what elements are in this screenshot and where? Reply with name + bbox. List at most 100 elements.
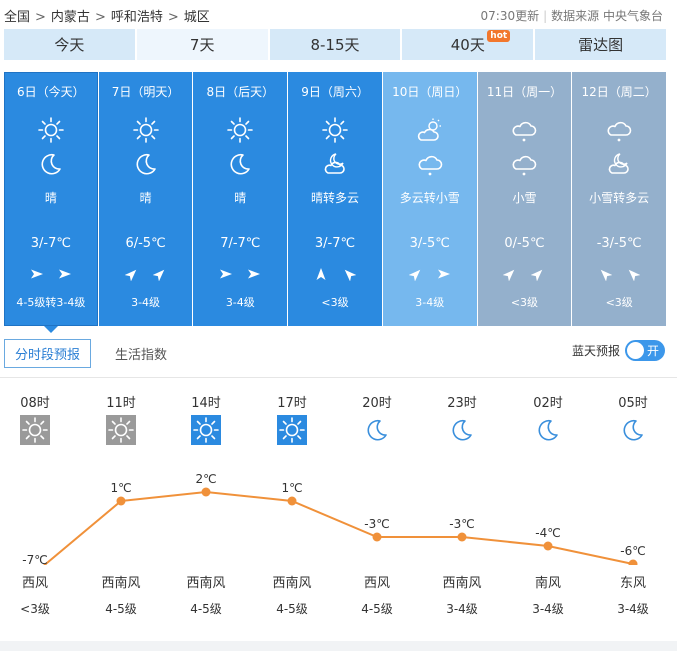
temperature-label: 2℃	[195, 472, 216, 486]
day-condition: 晴转多云	[311, 191, 360, 205]
day-card[interactable]: 12日（周二） 小雪转多云 -3/-5℃ <3级	[572, 72, 667, 326]
sun-icon	[191, 415, 221, 445]
wind-arrow-icon	[58, 266, 72, 285]
hour-wind-direction: 西南风	[442, 576, 482, 591]
breadcrumb-link[interactable]: 全国	[4, 10, 30, 25]
hour-wind-level: <3级	[20, 602, 50, 616]
temperature-label: -3℃	[364, 517, 389, 531]
temperature-line-chart: -7℃ 1℃ 2℃ 1℃ -3℃ -3℃ -4℃ -6℃	[22, 472, 646, 565]
hour-wind-level: 4-5级	[276, 602, 308, 616]
temperature-point	[628, 559, 638, 565]
breadcrumb-link[interactable]: 呼和浩特	[111, 10, 163, 25]
wind-arrow-icon	[531, 266, 545, 285]
wind-direction	[478, 266, 572, 285]
divider	[0, 377, 677, 378]
wind-direction	[193, 266, 287, 285]
tab-life-index[interactable]: 生活指数	[105, 340, 177, 367]
snow-cloud-icon	[510, 150, 538, 178]
wind-direction	[383, 266, 477, 285]
sun-icon	[226, 116, 254, 144]
snow-cloud-icon	[605, 116, 633, 144]
hour-time: 02时	[533, 396, 563, 411]
day-title: 12日（周二）	[581, 85, 657, 99]
day-card[interactable]: 6日（今天） 晴 3/-7℃ 4-5级转3-4级	[4, 72, 98, 333]
sun-icon	[132, 116, 160, 144]
moon-icon	[447, 415, 477, 445]
hour-time: 08时	[20, 396, 50, 411]
wind-arrow-icon	[503, 266, 517, 285]
separator: |	[543, 9, 548, 23]
breadcrumb-separator: >	[167, 10, 179, 25]
moon-icon	[618, 415, 648, 445]
update-info: 07:30更新 | 数据来源 中央气象台	[481, 7, 663, 24]
day-temperature: 7/-7℃	[220, 236, 261, 251]
hour-time: 05时	[618, 396, 648, 411]
day-condition: 晴	[139, 191, 152, 205]
day-temperature: -3/-5℃	[596, 236, 642, 251]
temperature-label: -6℃	[620, 544, 645, 558]
tab-7-days[interactable]: 7天	[136, 29, 268, 60]
wind-arrow-icon	[247, 266, 261, 285]
temperature-label: -4℃	[535, 526, 560, 540]
hour-wind-level: 4-5级	[105, 602, 137, 616]
cloud-moon-icon	[605, 150, 633, 178]
temperature-label: 1℃	[281, 481, 302, 495]
hot-badge: hot	[487, 30, 511, 42]
hour-wind-level: 3-4级	[617, 602, 649, 616]
wind-direction	[4, 266, 98, 285]
tab-hourly-forecast[interactable]: 分时段预报	[4, 339, 92, 368]
toggle-knob	[627, 342, 644, 359]
wind-direction	[288, 266, 382, 285]
wind-level: 4-5级转3-4级	[16, 296, 86, 309]
temperature-point	[201, 487, 211, 497]
moon-icon	[226, 150, 254, 178]
breadcrumb-separator: >	[94, 10, 106, 25]
blue-sky-label: 蓝天预报	[571, 344, 620, 358]
tab-radar[interactable]: 雷达图	[535, 29, 666, 60]
day-title: 8日（后天）	[206, 85, 275, 99]
day-condition: 晴	[234, 191, 247, 205]
hour-wind-level: 3-4级	[446, 602, 478, 616]
hour-time: 23时	[447, 396, 477, 411]
wind-arrow-icon	[30, 266, 44, 285]
breadcrumb-link[interactable]: 内蒙古	[51, 10, 90, 25]
toggle-label: 开	[646, 344, 659, 358]
tab-label: 8-15天	[310, 36, 360, 54]
wind-level: 3-4级	[131, 296, 161, 309]
tab-8-15-days[interactable]: 8-15天	[269, 29, 401, 60]
snow-cloud-icon	[416, 150, 444, 178]
cloud-moon-icon	[321, 150, 349, 178]
hour-wind-direction: 西南风	[272, 576, 312, 591]
tab-today[interactable]: 今天	[4, 29, 135, 60]
day-card[interactable]: 11日（周一） 小雪 0/-5℃ <3级	[477, 72, 572, 326]
tab-label: 今天	[54, 36, 85, 54]
wind-arrow-icon	[314, 266, 328, 285]
hour-wind-direction: 东风	[619, 576, 646, 591]
day-card[interactable]: 10日（周日） 多云转小雪 3/-5℃ 3-4级	[382, 72, 477, 326]
day-condition: 多云转小雪	[399, 191, 460, 205]
day-card[interactable]: 8日（后天） 晴 7/-7℃ 3-4级	[193, 72, 288, 326]
temperature-label: -7℃	[22, 553, 47, 565]
day-condition: 小雪	[512, 191, 537, 205]
moon-icon	[362, 415, 392, 445]
temperature-point	[543, 541, 553, 551]
wind-level: <3级	[321, 296, 349, 309]
hour-time: 20时	[362, 396, 392, 411]
day-temperature: 3/-7℃	[314, 236, 356, 251]
forecast-tabs: 今天 7天 8-15天 40天 hot 雷达图	[4, 29, 666, 60]
daily-forecast: 6日（今天）晴 3/-7℃ 4-5级转3-4级 7日（明天）晴 6/-5℃ 3-4级 8日（…	[4, 72, 667, 333]
day-title: 9日（周六）	[301, 85, 369, 99]
moon-icon	[533, 415, 563, 445]
wind-arrow-icon	[152, 266, 167, 285]
hour-wind-direction: 西风	[363, 576, 390, 591]
tab-40-days[interactable]: 40天 hot	[402, 29, 534, 60]
day-card[interactable]: 7日（明天） 晴 6/-5℃ 3-4级	[98, 72, 193, 326]
day-card[interactable]: 9日（周六） 晴转多云 3/-7℃ <3级	[288, 72, 382, 326]
temperature-point	[372, 532, 382, 542]
day-condition: 小雪转多云	[589, 191, 650, 205]
blue-sky-toggle[interactable]: 开	[625, 340, 665, 361]
breadcrumb-link[interactable]: 城区	[184, 10, 210, 25]
selected-caret	[43, 326, 58, 333]
hour-wind-level: 4-5级	[361, 602, 393, 616]
hour-time: 17时	[277, 396, 307, 411]
